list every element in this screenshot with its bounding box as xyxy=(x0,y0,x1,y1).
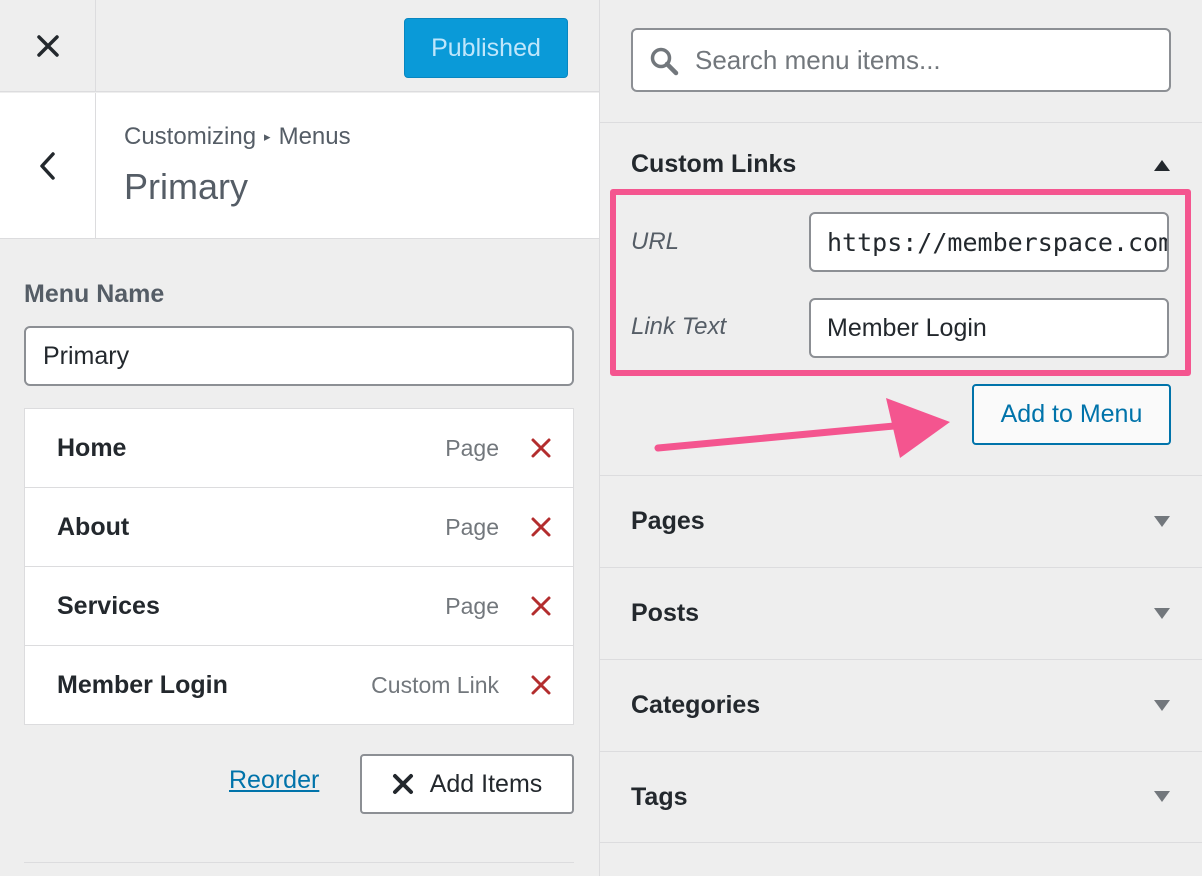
divider xyxy=(24,862,574,863)
link-text-value: Member Login xyxy=(827,313,987,342)
pointing-arrow-annotation xyxy=(654,398,950,458)
link-text-input[interactable]: Member Login xyxy=(809,298,1169,358)
add-items-button[interactable]: Add Items xyxy=(360,754,574,814)
menu-name-input[interactable]: Primary xyxy=(24,326,574,386)
published-button[interactable]: Published xyxy=(404,18,568,78)
available-menu-items-panel: Search menu items... Custom Links URL ht… xyxy=(599,0,1202,876)
section-title: Pages xyxy=(631,507,705,535)
search-placeholder: Search menu items... xyxy=(695,44,941,75)
page-title: Primary xyxy=(124,166,248,207)
breadcrumb-root: Customizing xyxy=(124,123,257,150)
breadcrumb-current: Menus xyxy=(278,123,351,150)
triangle-down-icon xyxy=(1154,515,1170,527)
section-title: Categories xyxy=(631,691,761,719)
customizer-header-actions: Published xyxy=(0,0,599,92)
url-value: https://memberspace.com xyxy=(827,227,1169,257)
customizer-sidebar: Published Customizing ▸ Menus Primary Me… xyxy=(0,0,599,876)
breadcrumb-separator: ▸ xyxy=(264,129,271,144)
section-pages[interactable]: Pages xyxy=(600,475,1202,567)
section-title: Posts xyxy=(631,599,700,627)
menu-item-member-login[interactable]: Member Login Custom Link xyxy=(24,645,574,725)
section-categories[interactable]: Categories xyxy=(600,659,1202,751)
menu-name-label: Menu Name xyxy=(24,280,165,308)
triangle-down-icon xyxy=(1154,699,1170,711)
menu-item-home[interactable]: Home Page xyxy=(24,408,574,488)
menu-item-title: Home xyxy=(57,433,127,462)
section-posts[interactable]: Posts xyxy=(600,567,1202,659)
add-items-label: Add Items xyxy=(429,769,543,798)
custom-links-section-title[interactable]: Custom Links xyxy=(631,150,796,179)
section-tags[interactable]: Tags xyxy=(600,751,1202,843)
menu-item-about[interactable]: About Page xyxy=(24,487,574,567)
panel-header: Customizing ▸ Menus Primary xyxy=(0,93,599,239)
url-input[interactable]: https://memberspace.com xyxy=(809,212,1169,272)
menu-item-title: About xyxy=(57,512,130,541)
search-menu-items-input[interactable]: Search menu items... xyxy=(631,28,1171,92)
menu-item-services[interactable]: Services Page xyxy=(24,566,574,646)
triangle-down-icon xyxy=(1154,791,1170,802)
reorder-link[interactable]: Reorder xyxy=(229,766,319,795)
add-to-menu-button[interactable]: Add to Menu xyxy=(972,384,1171,445)
menu-item-type: Page xyxy=(445,513,499,540)
menu-name-value: Primary xyxy=(43,341,130,370)
link-text-label: Link Text xyxy=(631,313,727,340)
delete-icon[interactable] xyxy=(529,515,553,539)
delete-icon[interactable] xyxy=(529,436,553,460)
delete-icon[interactable] xyxy=(529,673,553,697)
chevron-left-icon xyxy=(39,152,55,180)
menu-item-type: Custom Link xyxy=(371,671,499,698)
close-icon xyxy=(392,774,413,794)
close-icon xyxy=(36,35,59,57)
triangle-down-icon xyxy=(1154,607,1170,619)
delete-icon[interactable] xyxy=(529,594,553,618)
breadcrumb: Customizing ▸ Menus xyxy=(124,123,351,151)
menu-items-list: Home Page About Page Services Page Membe… xyxy=(24,408,574,725)
section-title: Tags xyxy=(631,782,688,811)
menu-item-title: Services xyxy=(57,591,160,620)
close-customizer-button[interactable] xyxy=(0,0,96,92)
menu-item-title: Member Login xyxy=(57,670,228,699)
url-label: URL xyxy=(631,228,680,255)
menu-item-type: Page xyxy=(445,592,499,619)
menu-item-type: Page xyxy=(445,434,499,461)
divider xyxy=(600,122,1202,123)
back-button[interactable] xyxy=(0,93,96,239)
search-icon xyxy=(650,47,679,76)
triangle-up-icon[interactable] xyxy=(1153,158,1171,172)
